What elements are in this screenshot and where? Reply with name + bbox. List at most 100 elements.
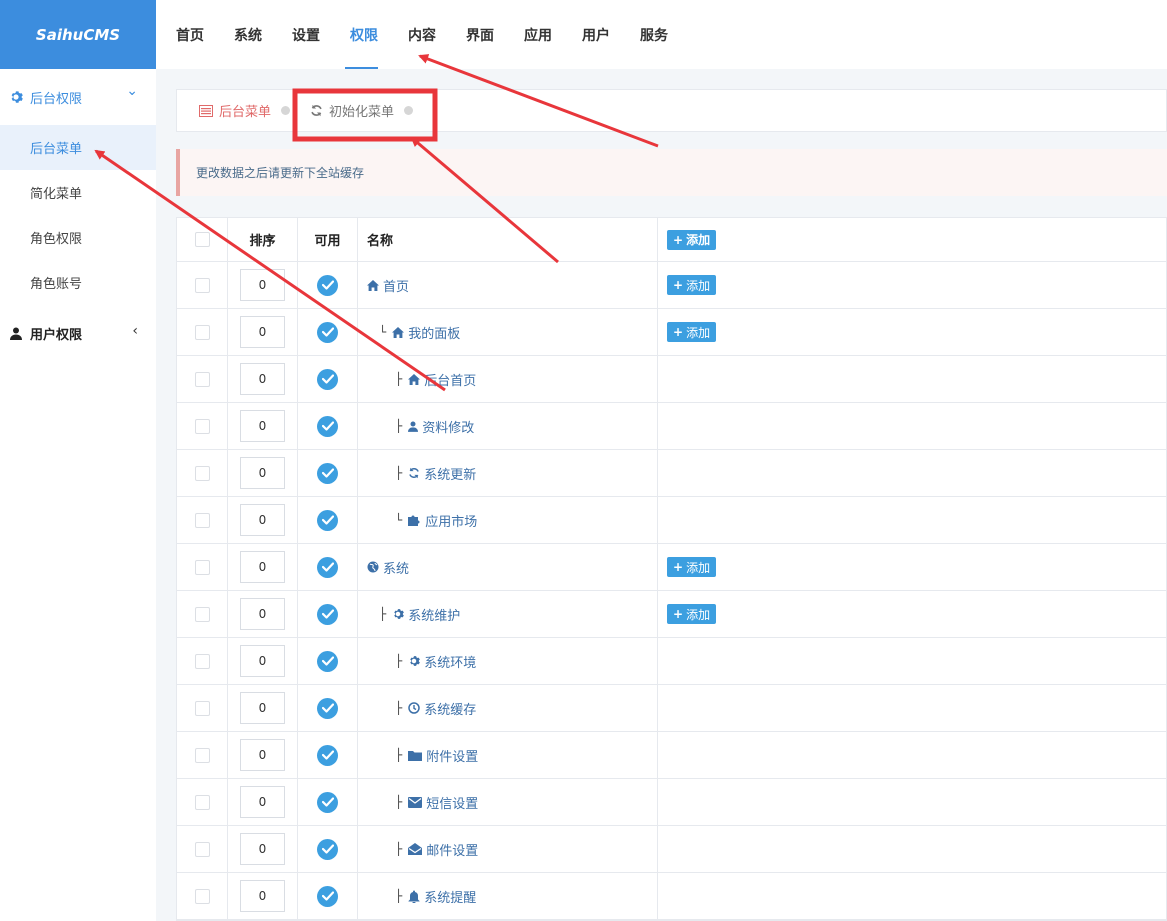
sidebar-item-backend-menu[interactable]: 后台菜单 [0, 125, 156, 170]
use-cell [298, 544, 358, 590]
check-circle-icon[interactable] [317, 462, 338, 484]
sort-input[interactable] [240, 269, 285, 301]
gear-icon [392, 608, 405, 620]
menu-name[interactable]: └ 应用市场 [367, 511, 477, 530]
sort-input[interactable] [240, 645, 285, 677]
row-checkbox[interactable] [194, 324, 210, 340]
sidebar-group-backend-permissions[interactable]: 后台权限 ⌄ [0, 69, 156, 125]
check-circle-icon[interactable] [317, 556, 338, 578]
check-circle-icon[interactable] [317, 368, 338, 390]
nav-users[interactable]: 用户 [562, 0, 625, 69]
sort-input[interactable] [240, 551, 285, 583]
table-row: ├ 系统更新 [177, 450, 1166, 497]
check-circle-icon[interactable] [317, 650, 338, 672]
sort-input[interactable] [240, 410, 285, 442]
check-circle-icon[interactable] [317, 744, 338, 766]
menu-name[interactable]: ├ 系统环境 [367, 652, 476, 671]
row-checkbox[interactable] [194, 277, 210, 293]
add-button[interactable]: + 添加 [667, 557, 717, 577]
menu-name[interactable]: ├ 邮件设置 [367, 840, 478, 859]
sidebar-group-user-permissions[interactable]: 用户权限 ‹ [0, 305, 156, 361]
sort-input[interactable] [240, 598, 285, 630]
nav-settings[interactable]: 设置 [272, 0, 335, 69]
row-checkbox[interactable] [194, 559, 210, 575]
sort-input[interactable] [240, 786, 285, 818]
nav-interface[interactable]: 界面 [446, 0, 509, 69]
check-circle-icon[interactable] [317, 321, 338, 343]
row-checkbox[interactable] [194, 653, 210, 669]
menu-name[interactable]: ├ 系统缓存 [367, 699, 476, 718]
check-circle-icon[interactable] [317, 697, 338, 719]
sidebar-item-role-permissions[interactable]: 角色权限 [0, 215, 156, 260]
row-checkbox[interactable] [194, 841, 210, 857]
menu-name[interactable]: ├ 系统维护 [367, 605, 460, 624]
add-label: 添加 [686, 233, 711, 247]
add-button[interactable]: + 添加 [667, 322, 717, 342]
row-checkbox[interactable] [194, 606, 210, 622]
menu-name[interactable]: ├ 附件设置 [367, 746, 478, 765]
check-circle-icon[interactable] [317, 415, 338, 437]
menu-name[interactable]: ├ 系统更新 [367, 464, 476, 483]
tab-backend-menu[interactable]: 后台菜单 [199, 101, 291, 120]
sort-input[interactable] [240, 692, 285, 724]
menu-name[interactable]: ├ 短信设置 [367, 793, 478, 812]
row-checkbox[interactable] [194, 747, 210, 763]
select-all-checkbox[interactable] [194, 232, 210, 247]
check-circle-icon[interactable] [317, 603, 338, 625]
action-cell [658, 685, 1166, 731]
nav-home[interactable]: 首页 [156, 0, 219, 69]
nav-permissions[interactable]: 权限 [330, 0, 393, 69]
sidebar-item-simple-menu[interactable]: 简化菜单 [0, 170, 156, 215]
chevron-left-icon: ‹ [132, 323, 138, 339]
check-circle-icon[interactable] [317, 509, 338, 531]
use-cell [298, 497, 358, 543]
sort-input[interactable] [240, 363, 285, 395]
refresh-icon [408, 467, 420, 479]
row-checkbox[interactable] [194, 888, 210, 904]
sort-cell [228, 356, 298, 402]
row-checkbox-cell [177, 873, 228, 919]
app-logo[interactable]: SaihuCMS [0, 0, 156, 69]
row-checkbox[interactable] [194, 418, 210, 434]
check-circle-icon[interactable] [317, 274, 338, 296]
menu-name[interactable]: ├ 资料修改 [367, 417, 474, 436]
check-circle-icon[interactable] [317, 838, 338, 860]
sort-input[interactable] [240, 739, 285, 771]
menu-name[interactable]: ├ 后台首页 [367, 370, 476, 389]
sort-input[interactable] [240, 457, 285, 489]
cache-alert: 更改数据之后请更新下全站缓存 [176, 149, 1167, 196]
row-checkbox[interactable] [194, 371, 210, 387]
name-cell: └ 应用市场 [358, 497, 658, 543]
menu-name[interactable]: 首页 [367, 276, 409, 295]
tab-init-menu[interactable]: 初始化菜单 [310, 101, 414, 120]
check-circle-icon[interactable] [317, 791, 338, 813]
use-cell [298, 356, 358, 402]
tree-prefix: ├ [395, 748, 403, 762]
name-cell: ├ 系统维护 [358, 591, 658, 637]
menu-name-text: 资料修改 [422, 420, 475, 436]
menu-name[interactable]: ├ 系统提醒 [367, 887, 476, 906]
row-checkbox[interactable] [194, 794, 210, 810]
menu-name[interactable]: └ 我的面板 [367, 323, 460, 342]
sort-input[interactable] [240, 316, 285, 348]
sidebar-item-role-accounts[interactable]: 角色账号 [0, 260, 156, 305]
nav-services[interactable]: 服务 [620, 0, 683, 69]
nav-system[interactable]: 系统 [214, 0, 277, 69]
tree-prefix: ├ [395, 466, 403, 480]
check-circle-icon[interactable] [317, 885, 338, 907]
add-button[interactable]: + 添加 [667, 604, 717, 624]
row-checkbox[interactable] [194, 512, 210, 528]
row-checkbox-cell [177, 544, 228, 590]
add-button[interactable]: + 添加 [667, 275, 717, 295]
row-checkbox[interactable] [194, 700, 210, 716]
sort-input[interactable] [240, 833, 285, 865]
sort-input[interactable] [240, 504, 285, 536]
add-button[interactable]: + 添加 [667, 229, 717, 250]
nav-apps[interactable]: 应用 [504, 0, 567, 69]
sort-input[interactable] [240, 880, 285, 912]
row-checkbox[interactable] [194, 465, 210, 481]
menu-name-text: 系统更新 [424, 467, 477, 483]
use-cell [298, 732, 358, 778]
nav-content[interactable]: 内容 [388, 0, 451, 69]
menu-name[interactable]: 系统 [367, 558, 409, 577]
